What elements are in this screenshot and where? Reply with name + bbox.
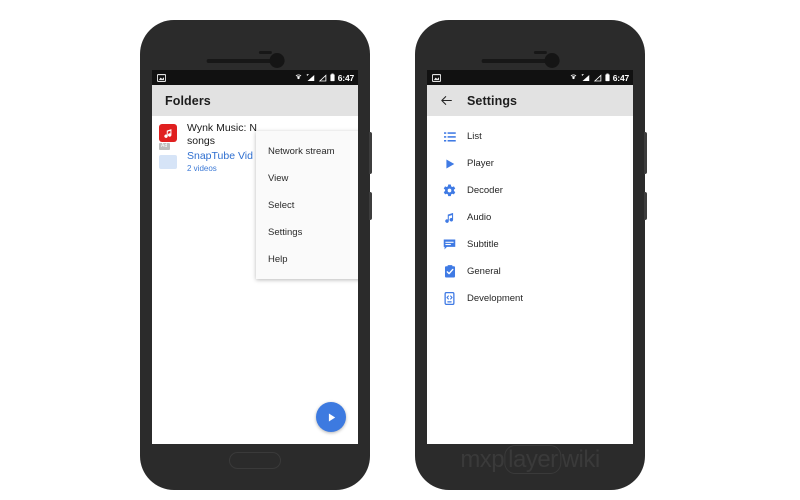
settings-item-label: Audio: [467, 212, 492, 223]
settings-item-general[interactable]: General: [427, 258, 633, 285]
status-bar-right-icons: 6:47: [294, 73, 354, 83]
screenshot-icon: [157, 73, 166, 82]
settings-item-label: Development: [467, 293, 523, 304]
power-button[interactable]: [369, 192, 372, 220]
folder-text: SnapTube Vid 2 videos: [185, 150, 253, 174]
watermark-circled: layer: [504, 445, 562, 474]
home-button[interactable]: [229, 452, 281, 469]
status-bar-right-icons: 6:47: [569, 73, 629, 83]
developer-phone-icon: [443, 292, 456, 305]
settings-item-player[interactable]: Player: [427, 150, 633, 177]
settings-item-label: Subtitle: [467, 239, 499, 250]
status-bar-left: 6:47: [152, 70, 358, 85]
play-fab-button[interactable]: [316, 402, 346, 432]
menu-item-view[interactable]: View: [256, 165, 358, 192]
ad-title-line2: songs: [187, 135, 216, 147]
status-bar-left-icons: [157, 73, 166, 82]
signal-triangle-icon: [318, 73, 327, 81]
music-note-icon: [443, 211, 456, 224]
menu-item-label: Select: [268, 200, 295, 211]
menu-item-help[interactable]: Help: [256, 246, 358, 273]
battery-icon: [605, 73, 610, 82]
settings-item-audio[interactable]: Audio: [427, 204, 633, 231]
back-arrow-icon[interactable]: [440, 94, 453, 107]
ad-text: Wynk Music: N songs: [185, 122, 257, 148]
menu-item-label: Network stream: [268, 146, 335, 157]
folder-icon-wrap: [159, 150, 185, 174]
status-bar-right: 6:47: [427, 70, 633, 85]
signal-bars-icon: [581, 73, 590, 81]
settings-item-label: List: [467, 131, 482, 142]
signal-triangle-icon: [593, 73, 602, 81]
proximity-sensor-icon: [258, 51, 272, 54]
scene-root: 6:47 Folders Ad Wynk Music: N songs Snap…: [0, 0, 800, 500]
volume-button[interactable]: [644, 132, 647, 174]
cast-icon: [570, 73, 577, 79]
settings-item-development[interactable]: Development: [427, 285, 633, 312]
menu-item-settings[interactable]: Settings: [256, 219, 358, 246]
ad-badge: Ad: [159, 143, 170, 150]
speech-bubble-icon: [443, 238, 456, 251]
menu-item-label: View: [268, 173, 289, 184]
clipboard-check-icon: [443, 265, 456, 278]
page-title: Folders: [165, 93, 211, 108]
front-camera-icon: [269, 53, 285, 68]
status-bar-left-icons: [432, 73, 441, 82]
menu-item-label: Settings: [268, 227, 303, 238]
folder-icon: [159, 155, 177, 169]
folder-list-area: Ad Wynk Music: N songs SnapTube Vid 2 vi…: [152, 116, 358, 444]
ad-title-line1: Wynk Music: N: [187, 122, 257, 134]
watermark-prefix: mxp: [460, 446, 505, 473]
settings-item-label: Decoder: [467, 185, 503, 196]
toolbar-settings: Settings: [427, 85, 633, 116]
menu-item-select[interactable]: Select: [256, 192, 358, 219]
screen-left: 6:47 Folders Ad Wynk Music: N songs Snap…: [152, 70, 358, 444]
settings-item-label: Player: [467, 158, 494, 169]
settings-item-decoder[interactable]: Decoder: [427, 177, 633, 204]
page-title: Settings: [467, 93, 518, 108]
ad-icon-wrap: Ad: [159, 122, 185, 150]
proximity-sensor-icon: [533, 51, 547, 54]
menu-item-network-stream[interactable]: Network stream: [256, 138, 358, 165]
front-camera-icon: [544, 53, 560, 68]
settings-item-label: General: [467, 266, 501, 277]
menu-item-label: Help: [268, 254, 288, 265]
play-icon: [328, 412, 335, 422]
screen-right: 6:47 Settings List Player Decoder Audio …: [427, 70, 633, 444]
folder-title: SnapTube Vid: [187, 150, 253, 162]
gear-icon: [443, 184, 456, 197]
status-bar-clock: 6:47: [337, 72, 354, 83]
power-button[interactable]: [644, 192, 647, 220]
settings-list: List Player Decoder Audio Subtitle Gener…: [427, 116, 633, 312]
settings-item-list[interactable]: List: [427, 123, 633, 150]
phone-right: mxp layer wiki 6:47 Settings List Player…: [415, 20, 647, 490]
battery-icon: [330, 73, 335, 82]
folder-subtitle: 2 videos: [187, 164, 217, 173]
status-bar-clock: 6:47: [612, 72, 629, 83]
site-watermark: mxp layer wiki: [460, 445, 601, 474]
signal-bars-icon: [306, 73, 315, 81]
cast-icon: [295, 73, 302, 79]
watermark-suffix: wiki: [561, 446, 601, 473]
screenshot-icon: [432, 73, 441, 82]
settings-item-subtitle[interactable]: Subtitle: [427, 231, 633, 258]
wynk-music-icon: [159, 124, 177, 142]
overflow-menu: Network stream View Select Settings Help: [256, 131, 358, 279]
list-icon: [443, 130, 456, 143]
phone-left: 6:47 Folders Ad Wynk Music: N songs Snap…: [140, 20, 372, 490]
volume-button[interactable]: [369, 132, 372, 174]
play-icon: [443, 157, 456, 170]
toolbar-folders: Folders: [152, 85, 358, 116]
